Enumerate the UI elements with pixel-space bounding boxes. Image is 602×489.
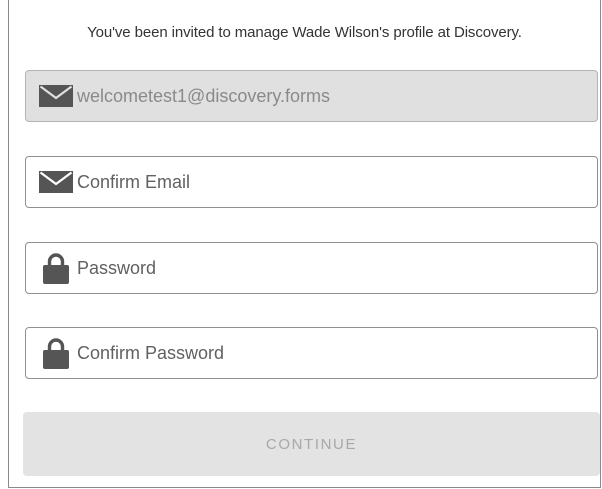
envelope-icon: [38, 164, 74, 200]
confirm-password-input[interactable]: [77, 342, 577, 364]
email-field: [25, 70, 598, 122]
confirm-email-field[interactable]: [25, 156, 598, 208]
confirm-email-input[interactable]: [77, 171, 577, 193]
continue-button[interactable]: CONTINUE: [23, 412, 600, 476]
invite-message: You've been invited to manage Wade Wilso…: [87, 24, 522, 41]
lock-icon: [38, 250, 74, 286]
confirm-password-field[interactable]: [25, 327, 598, 379]
invite-form-panel: You've been invited to manage Wade Wilso…: [8, 0, 601, 488]
password-input[interactable]: [77, 257, 577, 279]
lock-icon: [38, 335, 74, 371]
envelope-icon: [38, 78, 74, 114]
email-input: [77, 85, 577, 107]
password-field[interactable]: [25, 242, 598, 294]
